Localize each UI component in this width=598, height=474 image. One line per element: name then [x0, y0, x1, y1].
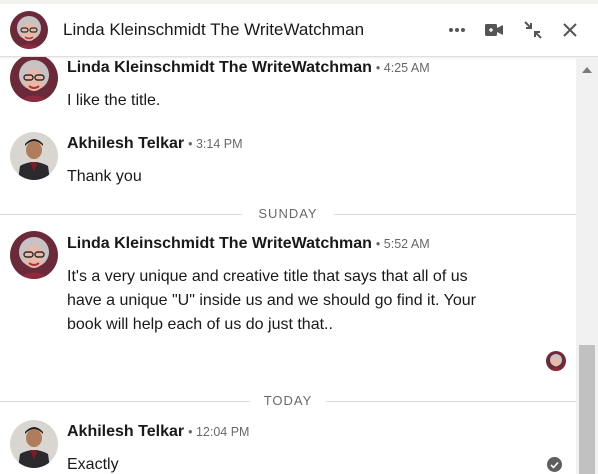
message-sender[interactable]: Linda Kleinschmidt The WriteWatchman • 4:…: [67, 59, 430, 77]
video-call-button[interactable]: [481, 17, 507, 43]
sender-avatar[interactable]: [10, 132, 58, 180]
message-line: It's a very unique and creative title th…: [67, 268, 468, 285]
collapse-icon: [524, 21, 542, 39]
message-thread[interactable]: Linda Kleinschmidt The WriteWatchman • 4:…: [0, 57, 576, 474]
close-icon: [563, 23, 577, 37]
read-receipt-avatar: [546, 351, 566, 371]
collapse-button[interactable]: [520, 17, 546, 43]
sender-avatar[interactable]: [10, 57, 58, 102]
date-divider: SUNDAY: [0, 204, 576, 224]
message-time: • 5:52 AM: [375, 237, 430, 251]
message-body: Exactly: [67, 456, 119, 473]
sender-name[interactable]: Linda Kleinschmidt The WriteWatchman: [67, 235, 372, 252]
date-divider-label: TODAY: [263, 393, 313, 408]
message-time: • 3:14 PM: [188, 137, 243, 151]
sender-name[interactable]: Akhilesh Telkar: [67, 135, 184, 152]
more-icon: [449, 28, 465, 32]
thread-scrollbar[interactable]: [576, 57, 598, 474]
sender-avatar[interactable]: [10, 231, 58, 279]
date-divider: TODAY: [0, 391, 576, 411]
scrollbar-thumb[interactable]: [579, 345, 595, 474]
date-divider-label: SUNDAY: [258, 206, 318, 221]
more-options-button[interactable]: [444, 17, 470, 43]
message-body: I like the title.: [67, 92, 161, 109]
message-sender[interactable]: Akhilesh Telkar • 3:14 PM: [67, 135, 243, 153]
message-line: book will help each of us do just that..: [67, 316, 333, 333]
message-time: • 4:25 AM: [375, 61, 430, 75]
message-body: Thank you: [67, 168, 142, 185]
conversation-header: Linda Kleinschmidt The WriteWatchman: [0, 4, 598, 57]
sender-name[interactable]: Akhilesh Telkar: [67, 423, 184, 440]
header-avatar[interactable]: [10, 11, 48, 49]
conversation-title[interactable]: Linda Kleinschmidt The WriteWatchman: [63, 20, 364, 40]
scroll-up-arrow-icon[interactable]: [582, 67, 592, 73]
message-sender[interactable]: Akhilesh Telkar • 12:04 PM: [67, 423, 249, 441]
close-button[interactable]: [557, 17, 583, 43]
message-body: It's a very unique and creative title th…: [67, 265, 476, 337]
sender-name[interactable]: Linda Kleinschmidt The WriteWatchman: [67, 59, 372, 76]
sender-avatar[interactable]: [10, 420, 58, 468]
message-time: • 12:04 PM: [188, 425, 250, 439]
sent-check-icon: [547, 457, 562, 472]
message-line: have a unique "U" inside us and we shoul…: [67, 292, 476, 309]
video-call-icon: [485, 24, 503, 36]
message-sender[interactable]: Linda Kleinschmidt The WriteWatchman • 5:…: [67, 235, 430, 253]
